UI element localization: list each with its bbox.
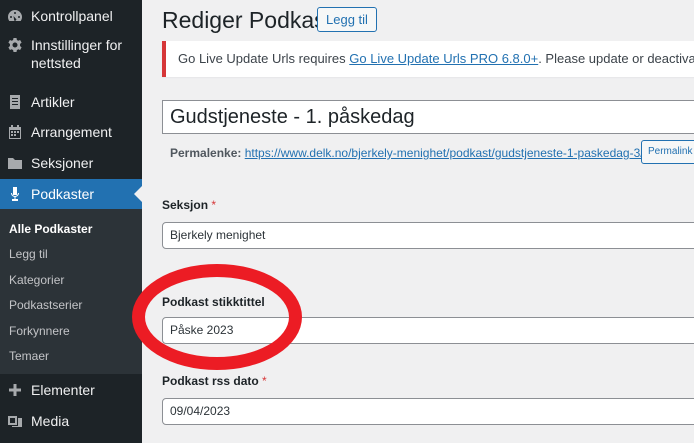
folder-icon	[7, 155, 23, 171]
required-marker: *	[262, 374, 267, 388]
permalink-label: Permalenke:	[170, 146, 242, 160]
sidebar-item-label: Arrangement	[31, 124, 112, 140]
submenu-item-alle-podkaster[interactable]: Alle Podkaster	[9, 222, 92, 236]
notice-pro-link[interactable]: Go Live Update Urls PRO 6.8.0+	[349, 51, 538, 66]
notice-text-suffix: . Please update or deactivate the PRO ve	[538, 51, 694, 66]
permalink-button[interactable]: Permalink	[641, 140, 694, 164]
rss-dato-input[interactable]: 09/04/2023	[162, 398, 694, 425]
submenu-item-forkynnere[interactable]: Forkynnere	[9, 324, 70, 338]
seksjon-label-text: Seksjon	[162, 198, 209, 212]
plus-icon	[7, 382, 23, 398]
rss-dato-label: Podkast rss dato *	[162, 374, 267, 388]
sidebar-item-label: Kontrollpanel	[31, 8, 113, 24]
stikktittel-label: Podkast stikktittel	[162, 295, 265, 309]
sidebar-item-label: Podkaster	[31, 186, 95, 202]
seksjon-label: Seksjon *	[162, 198, 216, 212]
main-content: Rediger Podkast Legg til Go Live Update …	[142, 0, 694, 443]
required-marker: *	[211, 198, 217, 212]
submenu-item-legg-til[interactable]: Legg til	[9, 247, 48, 261]
sidebar-item-innstillinger[interactable]: Innstillinger for nettsted	[0, 36, 142, 72]
sidebar-item-podkaster[interactable]: Podkaster	[0, 179, 142, 209]
stikktittel-label-text: Podkast stikktittel	[162, 295, 265, 309]
permalink-row: Permalenke: https://www.delk.no/bjerkely…	[170, 146, 644, 160]
podkaster-submenu: Alle Podkaster Legg til Kategorier Podka…	[0, 209, 142, 374]
sidebar-item-label: Artikler	[31, 94, 75, 110]
add-new-button[interactable]: Legg til	[317, 7, 377, 32]
dashboard-icon	[7, 8, 23, 24]
calendar-icon	[7, 124, 23, 140]
sidebar-item-media[interactable]: Media	[0, 412, 142, 430]
posts-icon	[7, 94, 23, 110]
stikktittel-input[interactable]: Påske 2023	[162, 317, 694, 344]
microphone-icon	[7, 186, 23, 202]
permalink-url-link[interactable]: https://www.delk.no/bjerkely-menighet/po…	[245, 146, 644, 160]
rss-dato-label-text: Podkast rss dato	[162, 374, 259, 388]
notice-text-prefix: Go Live Update Urls requires	[178, 51, 350, 66]
sidebar-item-label: Media	[31, 413, 70, 429]
submenu-item-podkastserier[interactable]: Podkastserier	[9, 298, 82, 312]
submenu-item-kategorier[interactable]: Kategorier	[9, 273, 64, 287]
post-title-input[interactable]: Gudstjeneste - 1. påskedag	[162, 100, 694, 134]
media-icon	[7, 413, 23, 429]
seksjon-select[interactable]: Bjerkely menighet	[162, 222, 694, 249]
submenu-item-temaer[interactable]: Temaer	[9, 349, 49, 363]
sidebar-item-label: Innstillinger for nettsted	[31, 37, 123, 71]
sidebar-item-kontrollpanel[interactable]: Kontrollpanel	[0, 7, 142, 25]
sidebar-item-elementer[interactable]: Elementer	[0, 381, 142, 399]
active-menu-arrow	[134, 186, 142, 202]
sidebar-item-artikler[interactable]: Artikler	[0, 93, 142, 111]
sidebar-item-label: Elementer	[31, 382, 95, 398]
admin-sidebar: Kontrollpanel Innstillinger for nettsted…	[0, 0, 142, 443]
sidebar-item-label: Seksjoner	[31, 155, 94, 171]
error-notice: Go Live Update Urls requires Go Live Upd…	[162, 41, 694, 77]
sidebar-item-seksjoner[interactable]: Seksjoner	[0, 154, 142, 172]
gear-icon	[7, 37, 23, 53]
sidebar-item-arrangement[interactable]: Arrangement	[0, 123, 142, 141]
page-title: Rediger Podkast	[162, 7, 333, 33]
